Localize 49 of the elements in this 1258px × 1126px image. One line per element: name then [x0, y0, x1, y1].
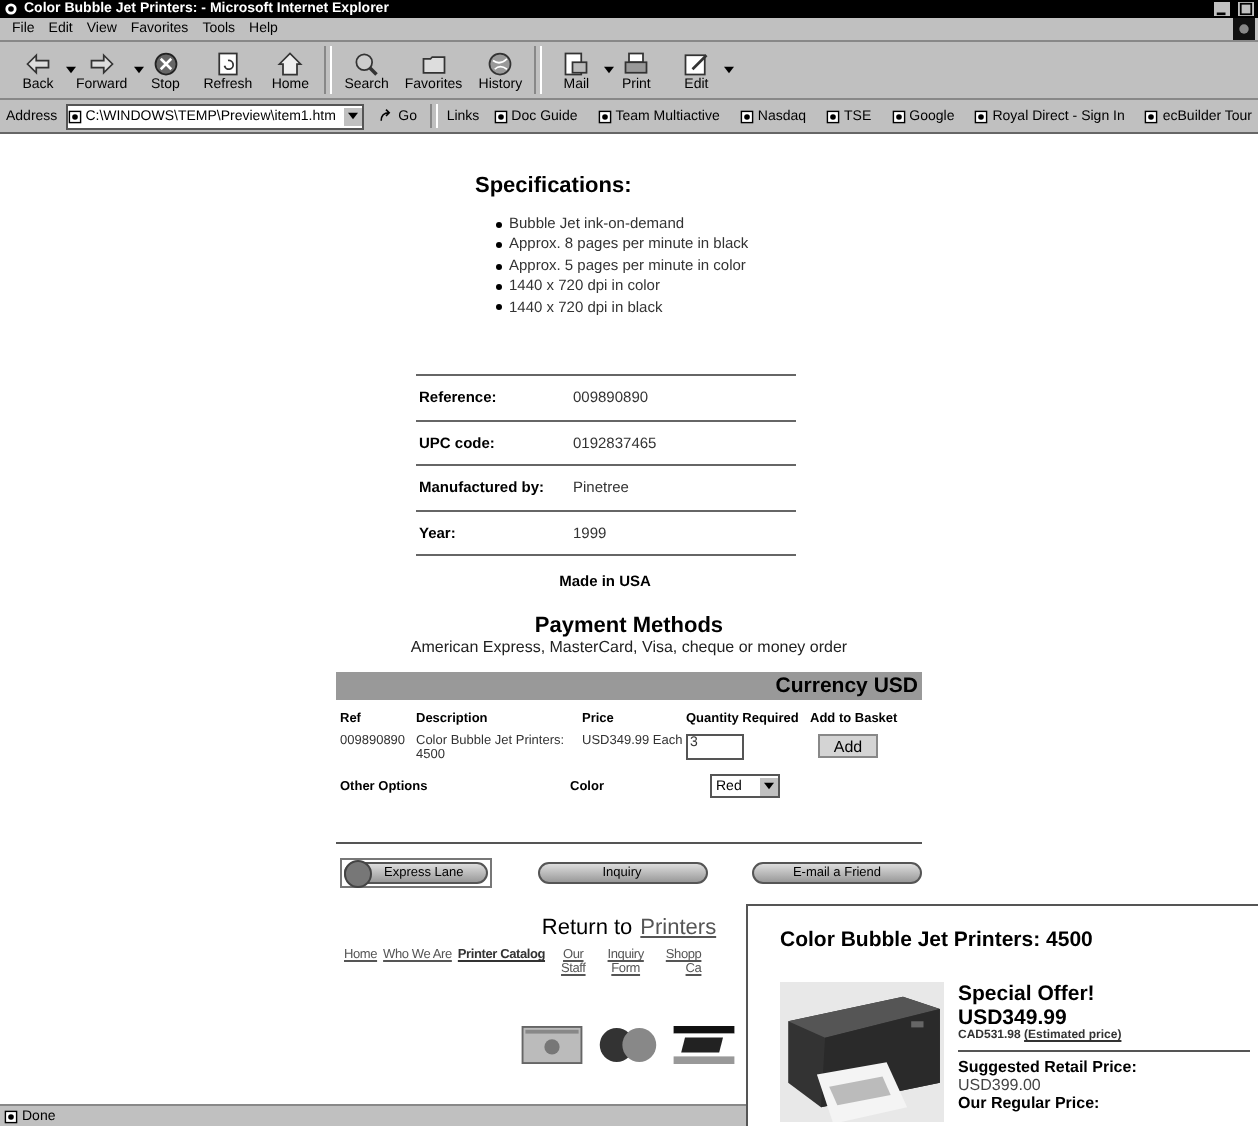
edit-icon — [682, 49, 711, 77]
printer-icon — [622, 49, 651, 77]
mail-icon — [562, 49, 591, 77]
striped-card-icon — [671, 1026, 735, 1065]
card-icon — [519, 1026, 583, 1065]
minimize-button[interactable] — [1214, 2, 1230, 16]
retail-price: USD399.00 — [958, 1076, 1043, 1094]
offer-heading: Special Offer! — [958, 982, 1097, 1006]
page-icon — [597, 109, 612, 123]
offer-price: USD349.99 — [958, 1006, 1067, 1030]
bullet-icon — [495, 263, 501, 270]
add-button[interactable]: Add — [818, 734, 878, 759]
bullet-icon — [495, 283, 501, 290]
search-icon — [352, 49, 381, 77]
retail-label: Suggested Retail Price: — [958, 1058, 1139, 1076]
printers-link[interactable]: Printers — [640, 916, 717, 941]
payment-text: American Express, MasterCard, Visa, cheque or money order — [410, 638, 848, 657]
page-icon — [739, 109, 754, 123]
stop-icon — [151, 49, 180, 77]
page-icon — [974, 109, 989, 123]
dropdown-arrow-icon — [66, 65, 76, 73]
bullet-icon — [495, 221, 501, 228]
popup-title: Color Bubble Jet Printers: 4500 — [780, 928, 1095, 952]
page-icon — [67, 109, 82, 123]
regular-price-label: Our Regular Price: — [958, 1094, 1102, 1112]
page-icon — [1144, 109, 1159, 123]
refresh-icon — [213, 49, 242, 77]
forward-arrow-icon — [87, 49, 116, 77]
page-icon — [826, 109, 841, 123]
dropdown-arrow-icon — [348, 112, 359, 120]
back-arrow-icon — [24, 49, 52, 77]
return-text: Return to — [541, 916, 633, 941]
payment-heading: Payment Methods — [534, 614, 724, 639]
page-icon — [493, 109, 508, 123]
page-icon — [4, 1109, 18, 1123]
dropdown-arrow-icon — [764, 782, 774, 791]
maximize-button[interactable] — [1238, 2, 1254, 16]
bullet-icon — [495, 242, 501, 249]
overlapping-circles-icon — [595, 1026, 659, 1065]
dropdown-arrow-icon — [604, 65, 615, 73]
currency-bar: Currency USD — [336, 672, 922, 701]
specifications-heading: Specifications: — [475, 174, 634, 198]
page-icon — [891, 109, 906, 123]
dropdown-arrow-icon — [724, 65, 735, 73]
globe-icon — [486, 49, 515, 77]
dropdown-arrow-icon — [133, 65, 144, 73]
go-arrow-icon — [378, 108, 395, 124]
home-icon — [276, 49, 305, 77]
bullet-icon — [495, 304, 501, 311]
